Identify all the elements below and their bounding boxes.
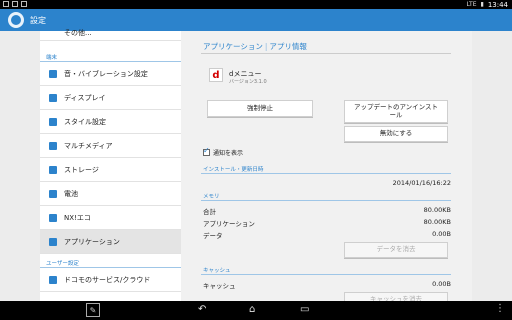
cache-label: キャッシュ — [203, 282, 236, 290]
sidebar-item-other[interactable]: その他... — [40, 25, 181, 41]
display-icon — [49, 93, 57, 102]
sidebar-item-docomo-cloud[interactable]: ドコモのサービス/クラウド — [40, 268, 181, 292]
style-icon — [49, 117, 57, 126]
sidebar-item-label: NX!エコ — [64, 213, 91, 222]
memory-app-label: アプリケーション — [203, 220, 255, 228]
section-divider — [201, 173, 451, 174]
sidebar-item-storage[interactable]: ストレージ — [40, 158, 181, 182]
checkbox-label: 通知を表示 — [213, 150, 244, 157]
breadcrumb: アプリケーション | アプリ情報 — [203, 41, 307, 52]
uninstall-updates-button[interactable]: アップデートのアンインストール — [344, 100, 448, 123]
battery-icon: ▮ — [480, 1, 484, 8]
checkbox-checked-icon[interactable] — [203, 146, 210, 156]
disable-button[interactable]: 無効にする — [344, 126, 448, 142]
storage-icon — [49, 165, 57, 174]
navigation-bar: ✎ ↶ ⌂ ▭ ⋮ — [0, 301, 512, 320]
memory-app-value: 80.00KB — [423, 218, 451, 226]
lte-signal-icon: LTE — [466, 1, 477, 8]
header-divider — [201, 53, 451, 54]
sidebar-item-applications[interactable]: アプリケーション — [40, 230, 181, 254]
app-info-panel: アプリケーション | アプリ情報 d dメニュー バージョン3.1.0 強制停止 ア… — [181, 31, 472, 308]
sidebar-item-multimedia[interactable]: マルチメディア — [40, 134, 181, 158]
sidebar-item-eco[interactable]: NX!エコ — [40, 206, 181, 230]
section-divider — [201, 274, 451, 275]
gear-icon — [49, 275, 57, 284]
notification-icon — [3, 1, 9, 7]
sidebar-item-style[interactable]: スタイル設定 — [40, 110, 181, 134]
section-header-memory: メモリ — [203, 194, 220, 200]
sidebar-item-label: ストレージ — [64, 165, 99, 174]
notification-icons — [3, 1, 27, 7]
breadcrumb-applications[interactable]: アプリケーション — [203, 42, 263, 51]
memory-total-label: 合計 — [203, 208, 216, 216]
status-bar: LTE ▮ 13:44 — [0, 0, 512, 9]
install-date: 2014/01/16/16:22 — [392, 179, 451, 187]
sidebar-item-label: ディスプレイ — [64, 93, 106, 102]
home-icon[interactable]: ⌂ — [249, 304, 255, 316]
breadcrumb-separator: | — [264, 42, 268, 51]
memory-data-value: 0.00B — [432, 230, 451, 238]
apps-icon — [49, 237, 57, 246]
sidebar-item-label: 電池 — [64, 189, 78, 198]
menu-icon[interactable]: ⋮ — [495, 303, 505, 314]
recents-icon[interactable]: ▭ — [300, 304, 309, 316]
section-header-user: ユーザー設定 — [46, 261, 79, 267]
speaker-icon — [49, 69, 57, 78]
sidebar-item-label: スタイル設定 — [64, 117, 106, 126]
app-version: バージョン3.1.0 — [229, 79, 267, 85]
back-icon[interactable]: ↶ — [198, 304, 206, 316]
sidebar-item-label: マルチメディア — [64, 141, 113, 150]
cache-value: 0.00B — [432, 280, 451, 288]
sidebar-item-label: 音・バイブレーション設定 — [64, 69, 148, 78]
battery-icon — [49, 189, 57, 198]
force-stop-button[interactable]: 強制停止 — [207, 100, 313, 117]
memory-total-value: 80.00KB — [423, 206, 451, 214]
sidebar-item-label: アプリケーション — [64, 237, 120, 246]
settings-list: その他... 端末 音・バイブレーション設定 ディスプレイ スタイル設定 マルチ… — [40, 29, 181, 302]
app-icon: d — [209, 68, 223, 82]
notification-icon — [12, 1, 18, 7]
multimedia-icon — [49, 141, 57, 150]
sidebar-item-display[interactable]: ディスプレイ — [40, 86, 181, 110]
content: その他... 端末 音・バイブレーション設定 ディスプレイ スタイル設定 マルチ… — [0, 29, 512, 308]
show-notifications-checkbox[interactable]: 通知を表示 — [203, 146, 244, 157]
section-header-install: インストール・更新日時 — [203, 167, 264, 173]
clear-data-button[interactable]: データを消去 — [344, 242, 448, 258]
status-right: LTE ▮ 13:44 — [467, 0, 508, 9]
sidebar-item-battery[interactable]: 電池 — [40, 182, 181, 206]
section-header-device: 端末 — [46, 55, 58, 61]
notification-icon — [21, 1, 27, 7]
clock: 13:44 — [487, 0, 508, 9]
sidebar-item-label: その他... — [64, 28, 92, 37]
settings-gear-icon[interactable] — [8, 12, 24, 28]
memory-data-label: データ — [203, 232, 223, 240]
sidebar-item-label: ドコモのサービス/クラウド — [64, 275, 151, 284]
breadcrumb-app-info: アプリ情報 — [269, 42, 307, 51]
leaf-icon — [49, 213, 57, 222]
section-header-cache: キャッシュ — [203, 268, 231, 274]
page-title: 設定 — [30, 15, 46, 25]
sidebar-item-sound[interactable]: 音・バイブレーション設定 — [40, 62, 181, 86]
pen-icon[interactable]: ✎ — [86, 303, 100, 317]
section-divider — [201, 200, 451, 201]
